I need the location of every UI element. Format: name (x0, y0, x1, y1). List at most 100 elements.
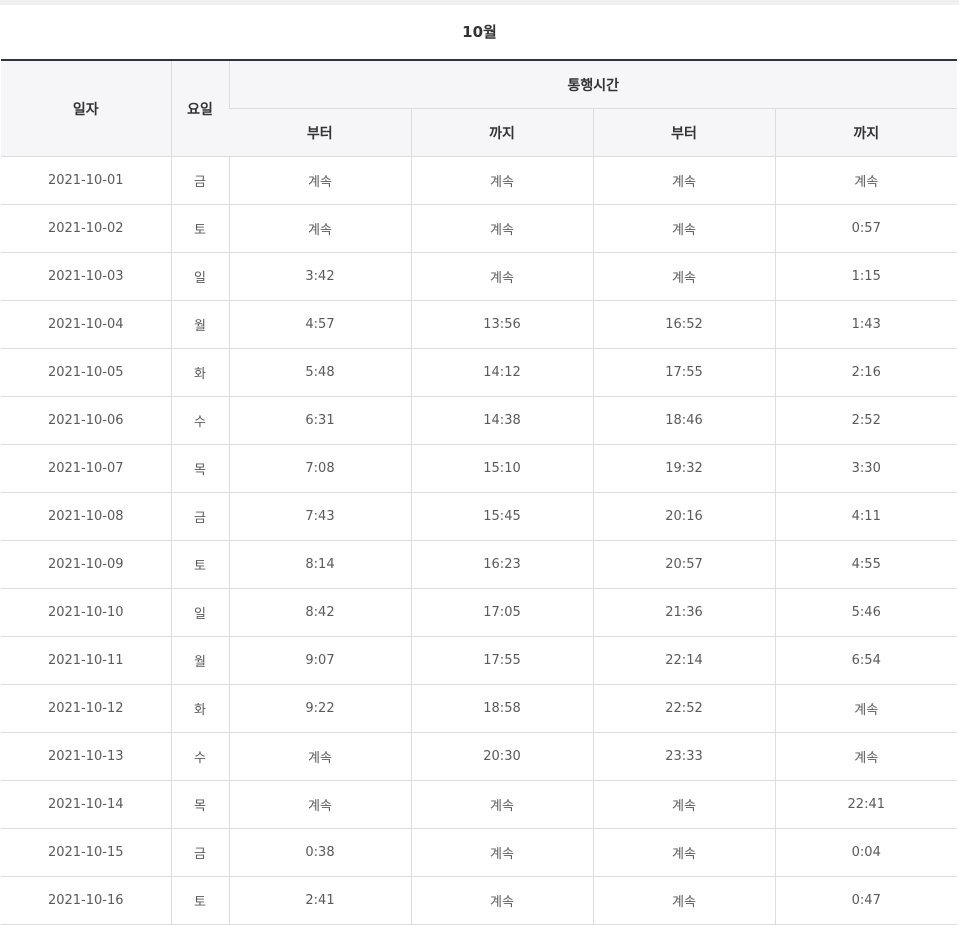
table-row: 2021-10-06 수 6:31 14:38 18:46 2:52 (1, 396, 958, 445)
table-row: 2021-10-16 토 2:41 계속 계속 0:47 (1, 876, 958, 925)
cell-date: 2021-10-12 (1, 684, 171, 733)
table-row: 2021-10-12 화 9:22 18:58 22:52 계속 (1, 684, 958, 733)
cell-date: 2021-10-02 (1, 204, 171, 253)
header-date: 일자 (1, 60, 171, 157)
cell-date: 2021-10-04 (1, 300, 171, 349)
cell-date: 2021-10-01 (1, 156, 171, 205)
cell-to-1: 계속 (410, 876, 593, 925)
cell-weekday: 금 (170, 492, 229, 541)
cell-to-1: 계속 (410, 252, 593, 301)
table-row: 2021-10-07 목 7:08 15:10 19:32 3:30 (1, 444, 958, 493)
cell-to-1: 18:58 (410, 684, 593, 733)
cell-to-2: 계속 (774, 684, 958, 733)
table-row: 2021-10-09 토 8:14 16:23 20:57 4:55 (1, 540, 958, 589)
cell-date: 2021-10-11 (1, 636, 171, 685)
cell-to-2: 6:54 (774, 636, 958, 685)
cell-weekday: 금 (170, 156, 229, 205)
cell-date: 2021-10-14 (1, 780, 171, 829)
cell-to-1: 계속 (410, 780, 593, 829)
cell-to-1: 16:23 (410, 540, 593, 589)
cell-from-1: 계속 (228, 204, 411, 253)
cell-from-1: 계속 (228, 732, 411, 781)
cell-to-2: 0:57 (774, 204, 958, 253)
cell-from-2: 계속 (592, 780, 775, 829)
cell-date: 2021-10-13 (1, 732, 171, 781)
cell-weekday: 월 (170, 300, 229, 349)
cell-from-1: 9:22 (228, 684, 411, 733)
table-row: 2021-10-05 화 5:48 14:12 17:55 2:16 (1, 348, 958, 397)
cell-weekday: 화 (170, 348, 229, 397)
table-row: 2021-10-03 일 3:42 계속 계속 1:15 (1, 252, 958, 301)
cell-to-1: 15:45 (410, 492, 593, 541)
month-title: 10월 (462, 23, 497, 41)
cell-to-1: 17:55 (410, 636, 593, 685)
cell-date: 2021-10-16 (1, 876, 171, 925)
cell-weekday: 토 (170, 540, 229, 589)
cell-to-2: 0:04 (774, 828, 958, 877)
header-to-1: 까지 (410, 108, 593, 157)
cell-from-2: 23:33 (592, 732, 775, 781)
cell-weekday: 목 (170, 780, 229, 829)
cell-from-1: 계속 (228, 156, 411, 205)
cell-from-1: 7:43 (228, 492, 411, 541)
cell-to-2: 1:15 (774, 252, 958, 301)
cell-from-1: 9:07 (228, 636, 411, 685)
table-row: 2021-10-08 금 7:43 15:45 20:16 4:11 (1, 492, 958, 541)
cell-weekday: 토 (170, 204, 229, 253)
cell-to-2: 4:55 (774, 540, 958, 589)
cell-to-2: 1:43 (774, 300, 958, 349)
cell-date: 2021-10-09 (1, 540, 171, 589)
cell-to-2: 2:16 (774, 348, 958, 397)
cell-from-2: 20:57 (592, 540, 775, 589)
cell-weekday: 토 (170, 876, 229, 925)
cell-to-1: 20:30 (410, 732, 593, 781)
header-row-1: 일자 요일 통행시간 (1, 60, 958, 157)
cell-from-1: 2:41 (228, 876, 411, 925)
cell-weekday: 일 (170, 252, 229, 301)
table-row: 2021-10-14 목 계속 계속 계속 22:41 (1, 780, 958, 829)
cell-date: 2021-10-05 (1, 348, 171, 397)
header-weekday: 요일 (170, 60, 229, 157)
cell-to-1: 14:12 (410, 348, 593, 397)
table-row: 2021-10-15 금 0:38 계속 계속 0:04 (1, 828, 958, 877)
cell-from-2: 17:55 (592, 348, 775, 397)
cell-weekday: 금 (170, 828, 229, 877)
cell-from-1: 계속 (228, 780, 411, 829)
cell-weekday: 월 (170, 636, 229, 685)
cell-from-1: 8:42 (228, 588, 411, 637)
header-from-2: 부터 (592, 108, 775, 157)
cell-to-1: 13:56 (410, 300, 593, 349)
cell-from-1: 3:42 (228, 252, 411, 301)
cell-from-2: 18:46 (592, 396, 775, 445)
cell-from-2: 계속 (592, 828, 775, 877)
cell-weekday: 수 (170, 396, 229, 445)
table-body: 2021-10-01 금 계속 계속 계속 계속 2021-10-02 토 계속 계속 계속 0:57… (1, 156, 958, 925)
cell-to-1: 14:38 (410, 396, 593, 445)
cell-from-2: 22:52 (592, 684, 775, 733)
cell-from-1: 8:14 (228, 540, 411, 589)
cell-date: 2021-10-08 (1, 492, 171, 541)
cell-from-1: 0:38 (228, 828, 411, 877)
cell-from-1: 7:08 (228, 444, 411, 493)
cell-from-2: 22:14 (592, 636, 775, 685)
header-time-group: 통행시간 (228, 60, 958, 109)
table-row: 2021-10-10 일 8:42 17:05 21:36 5:46 (1, 588, 958, 637)
cell-date: 2021-10-07 (1, 444, 171, 493)
cell-weekday: 수 (170, 732, 229, 781)
cell-from-2: 20:16 (592, 492, 775, 541)
table-row: 2021-10-04 월 4:57 13:56 16:52 1:43 (1, 300, 958, 349)
cell-from-2: 16:52 (592, 300, 775, 349)
cell-from-2: 계속 (592, 252, 775, 301)
table-row: 2021-10-01 금 계속 계속 계속 계속 (1, 156, 958, 205)
table-row: 2021-10-11 월 9:07 17:55 22:14 6:54 (1, 636, 958, 685)
table-header: 일자 요일 통행시간 부터 까지 부터 까지 (1, 60, 958, 157)
cell-from-2: 계속 (592, 204, 775, 253)
table-row: 2021-10-02 토 계속 계속 계속 0:57 (1, 204, 958, 253)
cell-to-1: 계속 (410, 156, 593, 205)
header-to-2: 까지 (774, 108, 958, 157)
cell-to-2: 5:46 (774, 588, 958, 637)
cell-to-1: 계속 (410, 204, 593, 253)
cell-from-2: 19:32 (592, 444, 775, 493)
cell-weekday: 목 (170, 444, 229, 493)
cell-from-2: 21:36 (592, 588, 775, 637)
